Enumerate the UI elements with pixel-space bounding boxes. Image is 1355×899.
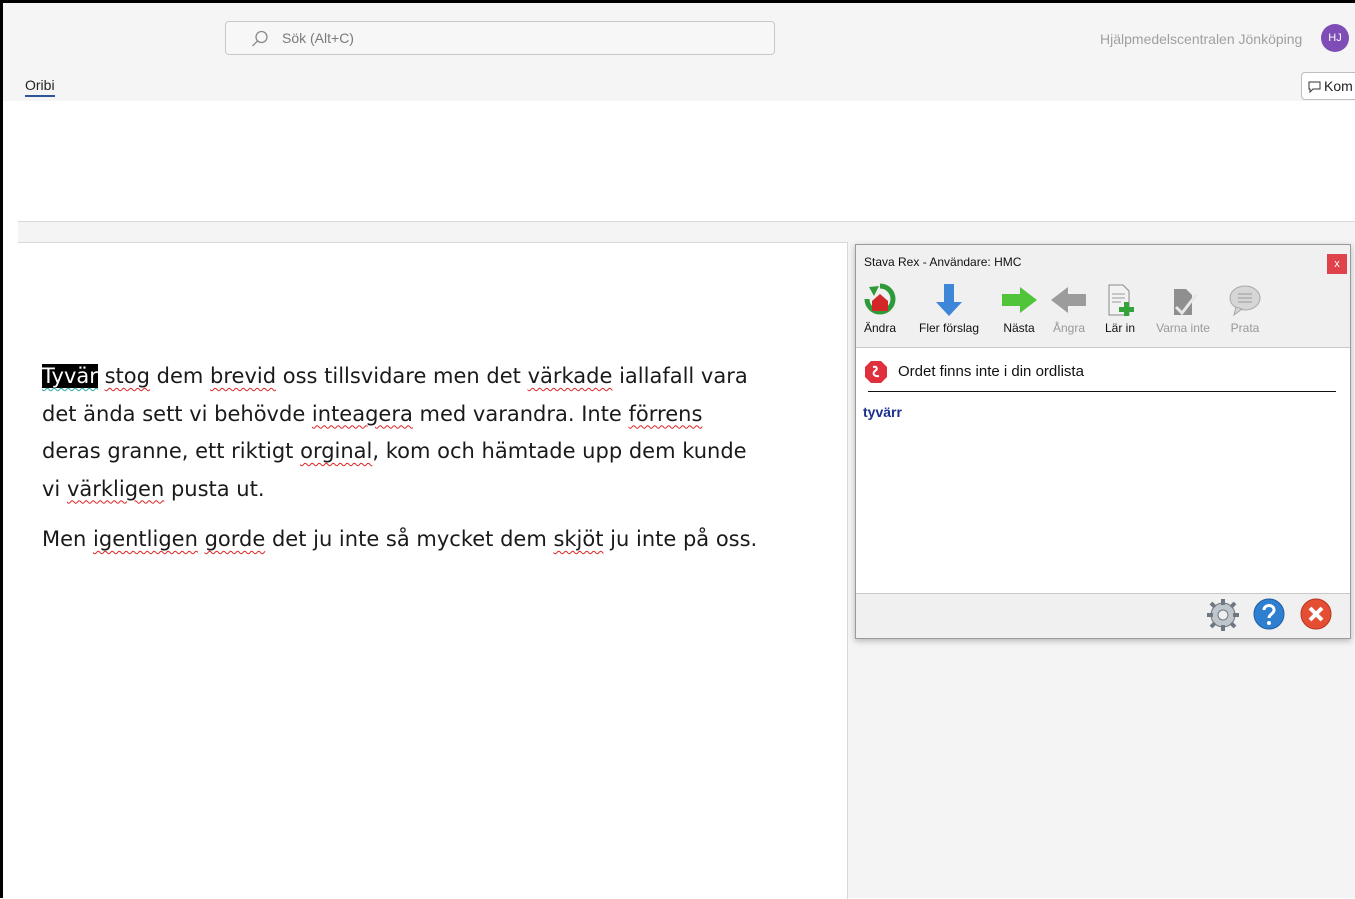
document-paragraph[interactable]: Tyvär stog dem brevid oss tillsvidare me… — [42, 358, 762, 508]
text-run: pusta ut. — [164, 476, 265, 501]
text-run: deras granne, ett riktigt — [42, 439, 301, 463]
speak-icon — [1229, 285, 1261, 317]
organization-name: Hjälpmedelscentralen Jönköping — [1100, 31, 1303, 47]
text-run: det ju inte så mycket dem — [265, 527, 554, 551]
change-icon — [864, 283, 896, 315]
avatar[interactable]: HJ — [1321, 24, 1349, 52]
document-page[interactable]: Tyvär stog dem brevid oss tillsvidare me… — [18, 242, 848, 899]
search-input[interactable] — [282, 28, 682, 48]
comments-label: Kom — [1324, 78, 1353, 94]
text-run: Men — [42, 527, 94, 551]
misspelled-word[interactable]: värkligen — [67, 477, 164, 501]
misspelled-word[interactable]: igentligen — [93, 527, 198, 551]
ribbon-area — [18, 101, 1355, 222]
search-icon — [252, 30, 268, 47]
left-margin — [3, 101, 19, 898]
misspelled-word[interactable]: stog — [105, 364, 150, 388]
next-label: Nästa — [1003, 321, 1035, 335]
warning-icon — [865, 361, 887, 383]
learn-label: Lär in — [1104, 321, 1136, 335]
misspelled-word[interactable]: gorde — [205, 527, 266, 551]
text-run — [98, 364, 105, 388]
misspelled-word[interactable]: inteagera — [312, 402, 413, 426]
misspelled-word[interactable]: skjöt — [553, 527, 603, 551]
comments-button[interactable]: Kom — [1301, 72, 1355, 100]
help-icon[interactable] — [1253, 598, 1285, 630]
more-suggestions-label: Fler förslag — [918, 321, 980, 335]
dialog-content: Ordet finns inte i din ordlista tyvärr — [856, 347, 1350, 594]
misspelled-word[interactable]: värkade — [528, 364, 613, 388]
text-run: oss tillsvidare men det — [276, 364, 528, 388]
suggestion-item[interactable]: tyvärr — [863, 404, 902, 420]
undo-icon — [1051, 287, 1086, 313]
next-button[interactable]: Nästa — [996, 283, 1042, 335]
more-suggestions-icon — [936, 284, 962, 316]
text-run — [198, 527, 205, 551]
next-icon — [1002, 287, 1037, 313]
change-button[interactable]: Ändra — [860, 283, 900, 335]
undo-button[interactable]: Ångra — [1048, 283, 1090, 335]
text-run: ju inte på oss. — [603, 527, 758, 551]
document-paragraph[interactable]: Men igentligen gorde det ju inte så myck… — [42, 521, 762, 559]
misspelled-word[interactable]: brevid — [210, 364, 276, 388]
more-suggestions-button[interactable]: Fler förslag — [911, 283, 987, 335]
text-run: med varandra. Inte — [412, 401, 629, 426]
learn-icon — [1108, 284, 1134, 316]
settings-icon[interactable] — [1206, 598, 1240, 632]
misspelled-word[interactable]: orginal — [300, 439, 372, 463]
no-warn-button[interactable]: Varna inte — [1150, 283, 1216, 335]
undo-label: Ångra — [1052, 321, 1086, 335]
misspelled-word[interactable]: förrens — [629, 402, 703, 426]
status-message: Ordet finns inte i din ordlista — [898, 363, 1084, 380]
search-box[interactable] — [225, 21, 775, 55]
comment-icon — [1308, 81, 1321, 94]
tab-oribi[interactable]: Oribi — [25, 77, 55, 97]
speak-label: Prata — [1230, 321, 1260, 335]
selected-word[interactable]: Tyvär — [42, 364, 98, 388]
text-run: dem — [149, 364, 211, 388]
divider — [868, 391, 1336, 392]
close-circle-icon[interactable] — [1300, 598, 1332, 630]
learn-button[interactable]: Lär in — [1099, 283, 1141, 335]
dialog-title: Stava Rex - Användare: HMC — [864, 255, 1022, 269]
stava-rex-dialog: Stava Rex - Användare: HMC x Ändra Fler … — [855, 244, 1351, 639]
no-warn-label: Varna inte — [1156, 321, 1210, 335]
dialog-close-button[interactable]: x — [1327, 254, 1347, 274]
title-bar: Hjälpmedelscentralen Jönköping HJ Oribi … — [3, 3, 1355, 102]
no-warn-icon — [1174, 289, 1198, 316]
speak-button[interactable]: Prata — [1222, 283, 1268, 335]
change-label: Ändra — [863, 321, 897, 335]
ribbon-separator — [18, 222, 1355, 242]
